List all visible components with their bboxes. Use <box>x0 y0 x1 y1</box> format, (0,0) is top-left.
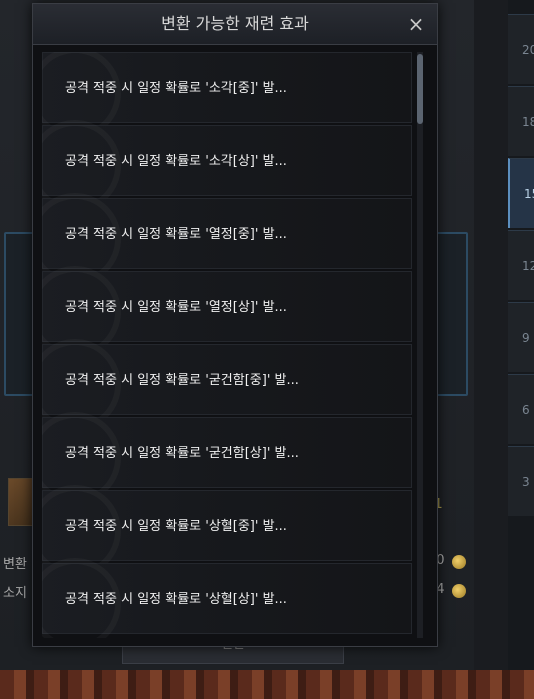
background-side-slot: 6 <box>508 374 534 444</box>
effect-list-item[interactable]: 공격 적중 시 일정 확률로 '상혈[상]' 발... <box>42 563 412 634</box>
dialog-title: 변환 가능한 재련 효과 <box>161 14 309 33</box>
background-side-slot: 20 <box>508 14 534 84</box>
background-row-label-cost: 변환 <box>3 557 27 572</box>
scrollbar[interactable] <box>417 52 423 638</box>
effect-list-item[interactable]: 공격 적중 시 일정 확률로 '굳건함[중]' 발... <box>42 344 412 415</box>
effect-label: 공격 적중 시 일정 확률로 '굳건함[중]' 발... <box>65 373 299 388</box>
effect-label: 공격 적중 시 일정 확률로 '상혈[중]' 발... <box>65 519 287 534</box>
effect-list[interactable]: 공격 적중 시 일정 확률로 '소각[중]' 발... 공격 적중 시 일정 확률… <box>42 52 414 638</box>
effect-list-item[interactable]: 공격 적중 시 일정 확률로 '소각[상]' 발... <box>42 125 412 196</box>
effect-label: 공격 적중 시 일정 확률로 '굳건함[상]' 발... <box>65 446 299 461</box>
effect-label: 공격 적중 시 일정 확률로 '상혈[상]' 발... <box>65 592 287 607</box>
effect-label: 공격 적중 시 일정 확률로 '열정[중]' 발... <box>65 227 287 242</box>
effect-label: 공격 적중 시 일정 확률로 '열정[상]' 발... <box>65 300 287 315</box>
scrollbar-thumb[interactable] <box>417 54 423 124</box>
background-side-slot: 15 <box>508 158 534 228</box>
background-side-slot: 18 <box>508 86 534 156</box>
close-icon[interactable]: × <box>403 11 429 37</box>
background-side-slot: 3 <box>508 446 534 516</box>
refine-effects-dialog: 변환 가능한 재련 효과 × 공격 적중 시 일정 확률로 '소각[중]' 발.… <box>32 3 438 647</box>
gold-coin-icon <box>452 584 466 598</box>
dialog-header: 변환 가능한 재련 효과 × <box>33 4 437 45</box>
effect-list-item[interactable]: 공격 적중 시 일정 확률로 '굳건함[상]' 발... <box>42 417 412 488</box>
background-side-slot: 12 <box>508 230 534 300</box>
background-floor <box>0 670 534 699</box>
background-side-slot: 9 <box>508 302 534 372</box>
effect-list-item[interactable]: 공격 적중 시 일정 확률로 '열정[상]' 발... <box>42 271 412 342</box>
effect-list-item[interactable]: 공격 적중 시 일정 확률로 '소각[중]' 발... <box>42 52 412 123</box>
background-row-label-owned: 소지 <box>3 586 27 601</box>
effect-list-item[interactable]: 공격 적중 시 일정 확률로 '열정[중]' 발... <box>42 198 412 269</box>
gold-coin-icon <box>452 555 466 569</box>
effect-label: 공격 적중 시 일정 확률로 '소각[상]' 발... <box>65 154 287 169</box>
effect-label: 공격 적중 시 일정 확률로 '소각[중]' 발... <box>65 81 287 96</box>
effect-list-item[interactable]: 공격 적중 시 일정 확률로 '상혈[중]' 발... <box>42 490 412 561</box>
